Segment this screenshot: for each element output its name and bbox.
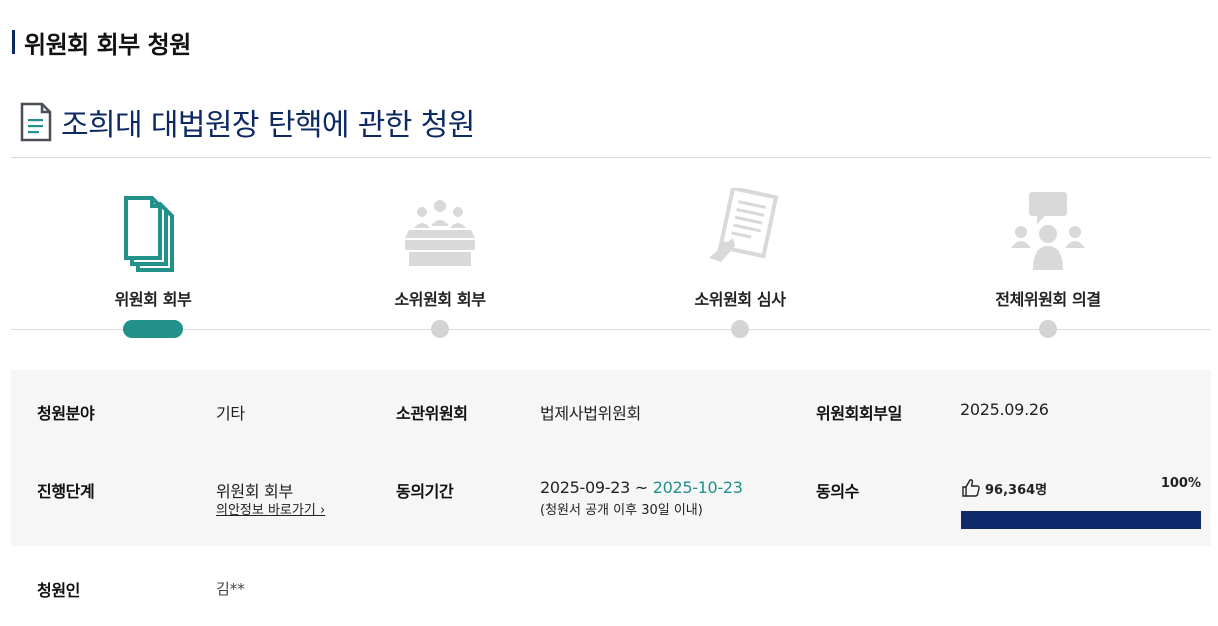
section-title: 위원회 회부 청원 xyxy=(12,26,191,59)
step-indicator-active xyxy=(123,320,183,338)
step-label: 소위원회 심사 xyxy=(694,290,786,309)
step-subcommittee-review: 소위원회 심사 xyxy=(640,158,840,358)
agree-label: 동의수 xyxy=(816,482,859,501)
review-document-icon xyxy=(709,188,779,262)
period-note: (청원서 공개 이후 30일 이내) xyxy=(540,503,703,518)
step-indicator xyxy=(731,320,749,338)
document-icon xyxy=(20,102,52,142)
step-label: 위원회 회부 xyxy=(114,290,192,309)
bill-info-link[interactable]: 의안정보 바로가기 › xyxy=(216,499,325,518)
step-label: 소위원회 회부 xyxy=(394,290,486,309)
agree-percent: 100% xyxy=(1160,476,1201,491)
agree-progress-fill xyxy=(961,511,1201,529)
period-value: 2025-09-23 ~ 2025-10-23 xyxy=(540,478,743,497)
section-title-text: 위원회 회부 청원 xyxy=(24,30,191,59)
meeting-table-icon xyxy=(405,200,475,266)
field-value: 기타 xyxy=(216,404,245,423)
thumbs-up-icon xyxy=(962,479,980,497)
step-label: 전체위원회 의결 xyxy=(995,290,1101,309)
committee-value: 법제사법위원회 xyxy=(540,404,641,423)
step-indicator xyxy=(1039,320,1057,338)
petitioner-value: 김** xyxy=(216,580,245,598)
stage-label: 진행단계 xyxy=(37,482,95,501)
documents-stack-icon xyxy=(124,196,174,272)
step-subcommittee-referral: 소위원회 회부 xyxy=(340,158,540,358)
agree-count: 96,364명 xyxy=(985,482,1048,498)
assembly-discussion-icon xyxy=(1011,192,1085,270)
agree-progress-bar xyxy=(961,511,1201,529)
referral-date-value: 2025.09.26 xyxy=(960,400,1049,419)
step-indicator xyxy=(431,320,449,338)
step-plenary-resolution: 전체위원회 의결 xyxy=(948,158,1148,358)
petitioner-label: 청원인 xyxy=(37,581,80,600)
progress-steps: 위원회 회부 소위원회 회부 소위원회 심사 전체위원회 의결 xyxy=(11,158,1211,358)
field-label: 청원분야 xyxy=(37,404,95,423)
step-committee-referral: 위원회 회부 xyxy=(53,158,253,358)
period-label: 동의기간 xyxy=(396,482,454,501)
agree-count-row: 96,364명 xyxy=(961,478,1047,498)
petition-title-text: 조희대 대법원장 탄핵에 관한 청원 xyxy=(61,108,475,143)
petition-title: 조희대 대법원장 탄핵에 관한 청원 xyxy=(20,100,475,144)
section-title-bar xyxy=(12,30,15,54)
petition-info-panel: 청원분야 기타 소관위원회 법제사법위원회 위원회회부일 2025.09.26 … xyxy=(11,370,1211,546)
referral-date-label: 위원회회부일 xyxy=(816,404,902,423)
period-start: 2025-09-23 ~ xyxy=(540,478,648,497)
committee-label: 소관위원회 xyxy=(396,404,468,423)
period-end: 2025-10-23 xyxy=(652,478,743,497)
